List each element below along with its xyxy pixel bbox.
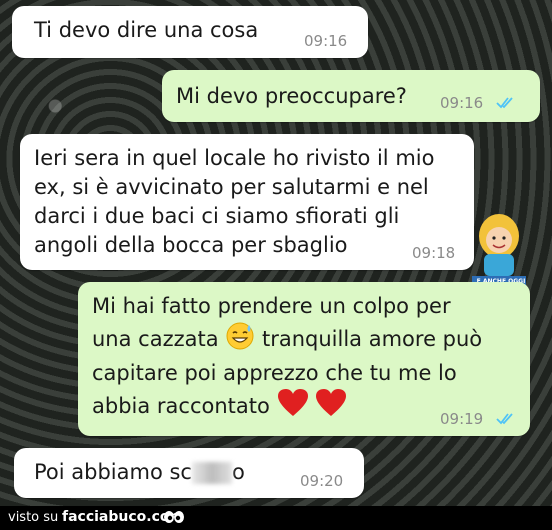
grinning-sweat-emoji-icon xyxy=(225,321,255,359)
message-text: Mi devo preoccupare? xyxy=(176,84,407,108)
message-line: Mi hai fatto prendere un colpo per xyxy=(92,294,451,318)
message-incoming-1[interactable]: Ti devo dire una cosa 09:16 xyxy=(12,6,368,58)
message-time: 09:19 xyxy=(440,410,484,428)
message-line: una cazzata tranquilla amore può xyxy=(92,321,522,359)
heart-emoji-icon xyxy=(315,388,347,426)
message-line: capitare poi apprezzo che tu me lo xyxy=(92,361,457,385)
message-outgoing-2[interactable]: Mi hai fatto prendere un colpo per una c… xyxy=(78,282,530,436)
message-text: Poi abbiamo sc o xyxy=(34,458,245,487)
message-incoming-3[interactable]: Poi abbiamo sc o 09:20 xyxy=(14,448,364,498)
message-fragment: tranquilla amore può xyxy=(261,327,483,351)
message-fragment: una cazzata xyxy=(92,327,219,351)
message-fragment: o xyxy=(231,460,245,484)
watermark-footer: visto su facciabuco.com xyxy=(0,506,552,530)
read-ticks-icon xyxy=(496,412,516,426)
message-time: 09:18 xyxy=(412,244,456,262)
message-time: 09:16 xyxy=(304,32,348,50)
watermark-label: visto su xyxy=(8,510,59,525)
message-fragment: Poi abbiamo sc xyxy=(34,460,192,484)
censored-blur xyxy=(191,462,232,484)
eyes-logo-icon xyxy=(163,510,185,528)
message-outgoing-1[interactable]: Mi devo preoccupare? 09:16 xyxy=(162,70,540,122)
message-incoming-2[interactable]: Ieri sera in quel locale ho rivisto il m… xyxy=(20,134,474,270)
message-text: Ieri sera in quel locale ho rivisto il m… xyxy=(34,146,435,257)
message-time: 09:16 xyxy=(440,94,484,112)
message-time: 09:20 xyxy=(300,472,344,490)
read-ticks-icon xyxy=(496,96,516,110)
message-text: Ti devo dire una cosa xyxy=(34,18,259,42)
heart-emoji-icon xyxy=(277,388,309,426)
message-fragment: abbia raccontato xyxy=(92,394,270,418)
message-text: Mi hai fatto prendere un colpo per una c… xyxy=(92,292,522,426)
